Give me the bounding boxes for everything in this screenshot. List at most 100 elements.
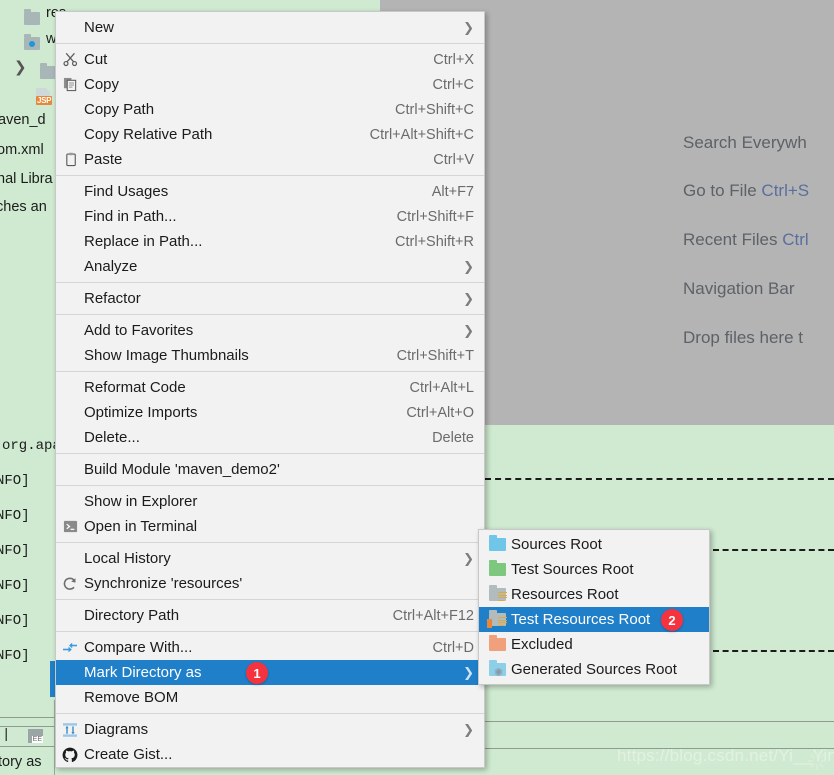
menu-item-delete[interactable]: Delete... Delete [56,425,484,450]
resource-lines-icon [498,617,507,627]
menu-item-icon-slot [56,179,84,204]
menu-item-label: Add to Favorites [84,322,194,339]
menu-separator [56,453,484,454]
menu-item-diagrams[interactable]: Diagrams ❯ [56,717,484,742]
chevron-right-icon[interactable]: ❯ [14,58,27,76]
github-icon [56,742,84,767]
tree-item-external-libraries[interactable]: nal Libra [0,171,53,187]
menu-item-label: Delete... [84,429,140,446]
menu-item-label: Replace in Path... [84,233,203,250]
menu-item-copy-path[interactable]: Copy Path Ctrl+Shift+C [56,97,484,122]
menu-item-replace-in-path[interactable]: Replace in Path... Ctrl+Shift+R [56,229,484,254]
menu-item-shortcut: Ctrl+X [433,51,474,68]
submenu-item-label: Test Resources Root [511,611,651,628]
menu-item-show-image-thumbnails[interactable]: Show Image Thumbnails Ctrl+Shift+T [56,343,484,368]
submenu-item-test-resources-root[interactable]: Test Resources Root 2 [479,607,709,632]
refresh-icon [63,577,76,590]
chevron-right-icon: ❯ [463,665,474,680]
menu-item-copy-relative-path[interactable]: Copy Relative Path Ctrl+Alt+Shift+C [56,122,484,147]
folder-blue-gear-icon: ✺ [485,657,511,682]
menu-item-local-history[interactable]: Local History ❯ [56,546,484,571]
clipboard-icon [56,147,84,172]
folder-icon-child [40,63,56,79]
submenu-item-excluded[interactable]: Excluded [479,632,709,657]
menu-item-remove-bom[interactable]: Remove BOM [56,685,484,710]
menu-item-label: Refactor [84,290,141,307]
hint-shortcut: Ctrl+S [761,181,810,200]
tree-item-maven-demo[interactable]: aven_d [0,112,46,128]
menu-item-label: Reformat Code [84,379,186,396]
console-line-2: NFO] [0,508,30,524]
menu-item-label: Copy Relative Path [84,126,213,143]
menu-item-label: Analyze [84,258,138,275]
menu-item-label: Find in Path... [84,208,177,225]
menu-item-copy[interactable]: Copy Ctrl+C [56,72,484,97]
menu-item-build-module-maven-demo2[interactable]: Build Module 'maven_demo2' [56,457,484,482]
hint-search-everywhere: Search Everywh [683,133,807,153]
tree-item-pom-xml[interactable]: om.xml [0,142,44,158]
hint-text: Navigation Bar [683,279,795,298]
hint-text: Search Everywh [683,133,807,152]
menu-item-icon-slot [56,546,84,571]
submenu-item-label: Sources Root [511,536,602,553]
tree-item-scratches[interactable]: ches an [0,199,47,215]
hint-recent-files: Recent Files Ctrl [683,230,809,250]
menu-item-analyze[interactable]: Analyze ❯ [56,254,484,279]
menu-item-optimize-imports[interactable]: Optimize Imports Ctrl+Alt+O [56,400,484,425]
menu-item-paste[interactable]: Paste Ctrl+V [56,147,484,172]
chevron-right-icon: ❯ [463,551,474,566]
context-menu[interactable]: New ❯ Cut Ctrl+X Copy Ctrl+C Copy Path Ctrl+Shi… [55,11,485,768]
menu-item-icon-slot [56,97,84,122]
refresh-icon [56,571,84,596]
console-line-6: NFO] [0,648,30,664]
menu-item-cut[interactable]: Cut Ctrl+X [56,47,484,72]
jsp-badge: JSP [36,96,53,105]
menu-item-icon-slot [56,15,84,40]
menu-item-icon-slot [56,254,84,279]
status-bar-label: tory as [0,754,42,770]
menu-item-open-in-terminal[interactable]: Open in Terminal [56,514,484,539]
menu-item-label: Build Module 'maven_demo2' [84,461,280,478]
hint-text: Go to File [683,181,762,200]
menu-item-new[interactable]: New ❯ [56,15,484,40]
submenu-item-sources-root[interactable]: Sources Root [479,532,709,557]
menu-item-label: Show in Explorer [84,493,198,510]
menu-item-mark-directory-as[interactable]: Mark Directory as 1 ❯ [56,660,484,685]
menu-item-label: Cut [84,51,108,68]
mark-directory-as-submenu[interactable]: Sources Root Test Sources Root Resources R… [478,529,710,685]
menu-item-create-gist[interactable]: Create Gist... [56,742,484,767]
submenu-item-resources-root[interactable]: Resources Root [479,582,709,607]
menu-item-synchronize-resources[interactable]: Synchronize 'resources' [56,571,484,596]
menu-separator [56,542,484,543]
console-line-4: NFO] [0,578,30,594]
menu-item-compare-with[interactable]: Compare With... Ctrl+D [56,635,484,660]
menu-item-icon-slot [56,343,84,368]
test-marker-orange-icon [487,619,492,628]
hint-shortcut: Ctrl [782,230,809,249]
menu-item-find-in-path[interactable]: Find in Path... Ctrl+Shift+F [56,204,484,229]
menu-item-directory-path[interactable]: Directory Path Ctrl+Alt+F12 [56,603,484,628]
menu-item-label: Find Usages [84,183,169,200]
menu-item-show-in-explorer[interactable]: Show in Explorer [56,489,484,514]
terminal-icon [56,514,84,539]
folder-green-icon [485,557,511,582]
submenu-item-test-sources-root[interactable]: Test Sources Root [479,557,709,582]
menu-item-icon-slot [56,660,84,685]
guide-dash-3 [713,650,834,652]
menu-item-find-usages[interactable]: Find Usages Alt+F7 [56,179,484,204]
menu-item-icon-slot [56,229,84,254]
folder-gray-green-lines-icon [485,607,511,632]
menu-item-label: Compare With... [84,639,193,656]
console-line-3: NFO] [0,543,30,559]
scissors-icon [63,52,78,67]
menu-item-icon-slot [56,603,84,628]
menu-item-icon-slot [56,204,84,229]
menu-item-shortcut: Ctrl+Shift+C [395,101,474,118]
menu-item-add-to-favorites[interactable]: Add to Favorites ❯ [56,318,484,343]
menu-item-refactor[interactable]: Refactor ❯ [56,286,484,311]
step-badge-1: 1 [246,662,268,684]
submenu-item-generated-sources-root[interactable]: ✺ Generated Sources Root [479,657,709,682]
menu-item-reformat-code[interactable]: Reformat Code Ctrl+Alt+L [56,375,484,400]
diagram-icon [63,723,77,737]
guide-dash-2 [713,549,834,551]
